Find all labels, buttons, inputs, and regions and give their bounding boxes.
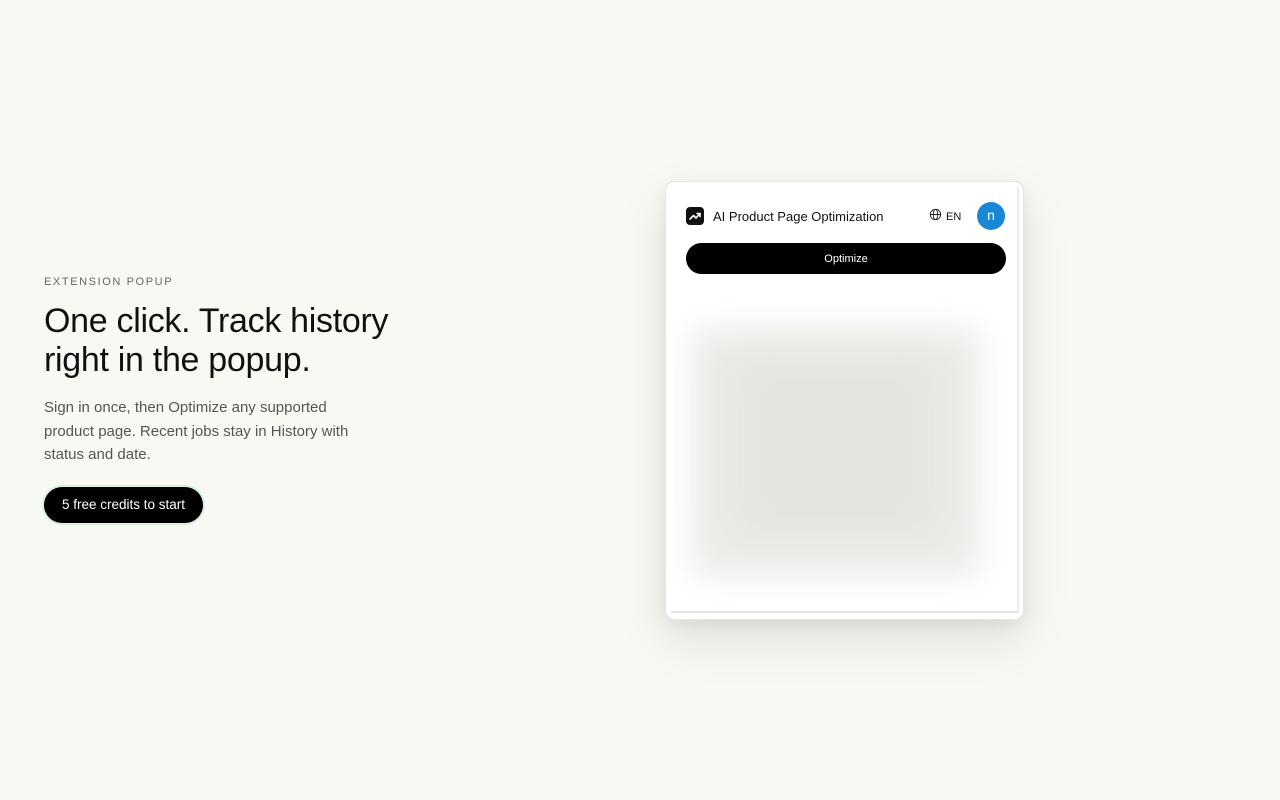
hero-section: EXTENSION POPUP One click. Track history…	[44, 276, 444, 523]
avatar[interactable]: n	[977, 202, 1005, 230]
blurred-history-placeholder-inner	[731, 357, 941, 537]
free-credits-button[interactable]: 5 free credits to start	[44, 486, 204, 523]
hero-headline-line-2: right in the popup.	[44, 341, 311, 379]
hero-description: Sign in once, then Optimize any supporte…	[44, 399, 349, 463]
popup-content: AI Product Page Optimization EN n Optimi…	[671, 187, 1019, 613]
hero-headline-line-1: One click. Track history	[44, 302, 389, 340]
optimize-button[interactable]: Optimize	[686, 243, 1006, 274]
language-switcher[interactable]: EN	[929, 208, 962, 226]
language-label: EN	[946, 211, 962, 223]
page: EXTENSION POPUP One click. Track history…	[0, 0, 1280, 800]
globe-icon	[929, 208, 942, 226]
extension-popup-mockup: AI Product Page Optimization EN n Optimi…	[665, 181, 1024, 620]
trending-up-icon	[686, 207, 704, 225]
hero-headline: One click. Track history right in the po…	[44, 302, 444, 380]
popup-title: AI Product Page Optimization	[713, 209, 884, 224]
eyebrow-label: EXTENSION POPUP	[44, 276, 174, 288]
popup-header: AI Product Page Optimization EN n	[686, 201, 1006, 231]
